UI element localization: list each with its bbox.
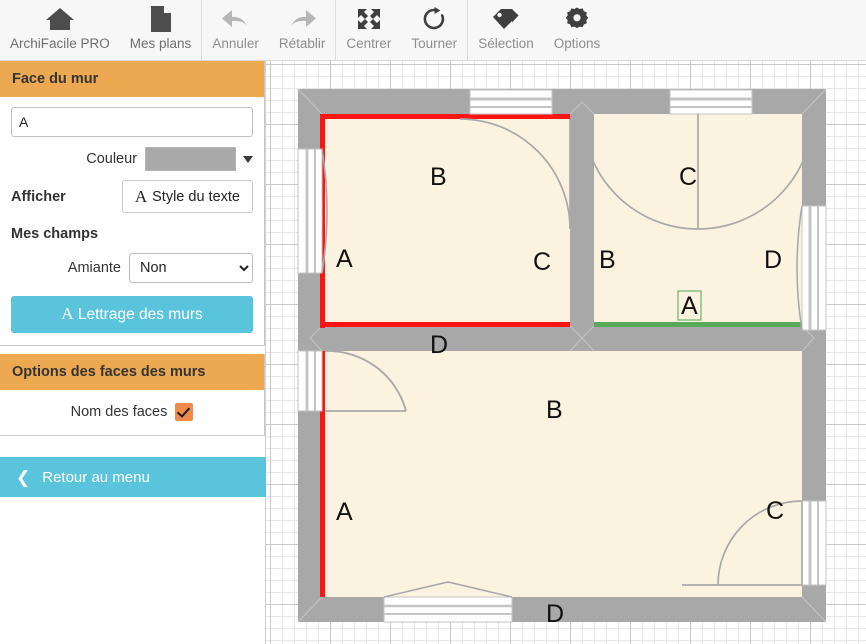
face-names-row: Nom des faces [0,390,264,435]
face-highlight-topleft-B[interactable] [320,114,570,119]
wall-face-panel: Face du mur Couleur Afficher A Style du … [0,61,265,346]
label-room-topright-B: B [599,246,616,274]
archifacile-pro-button[interactable]: ArchiFacile PRO [0,0,120,56]
mes-plans-label: Mes plans [129,36,192,51]
label-room-bottom-C: C [766,497,784,525]
label-room-topright-C: C [679,163,697,191]
archifacile-pro-label: ArchiFacile PRO [10,36,110,51]
expand-arrows-icon [355,4,383,34]
mes-plans-button[interactable]: Mes plans [120,0,202,56]
label-room-bottom-D: D [546,600,564,628]
center-label: Centrer [346,36,392,51]
tag-icon [490,4,522,34]
window-top-right[interactable] [669,89,753,115]
redo-button[interactable]: Rétablir [269,0,336,56]
face-names-label: Nom des faces [70,404,168,420]
wall-faces-options-panel: Options des faces des murs Nom des faces [0,354,265,436]
display-row: Afficher A Style du texte [11,180,253,213]
color-label: Couleur [86,151,137,167]
label-room-topright-A: A [681,292,698,320]
rotate-button[interactable]: Tourner [401,0,467,56]
face-highlight-topleft-D[interactable] [320,322,570,327]
label-room-topleft-A: A [336,245,353,273]
wall-lettering-label: Lettrage des murs [77,306,203,323]
label-room-topright-D: D [764,246,782,274]
my-fields-label: Mes champs [11,226,99,242]
undo-arrow-icon [220,4,252,34]
asbestos-select[interactable]: Non [129,253,253,283]
toolbar-group-view: Centrer Tourner [336,0,467,60]
rotate-icon [421,4,447,34]
room-bottom-fill [322,351,802,597]
chevron-left-icon: ❮ [16,467,31,487]
options-button[interactable]: Options [544,0,611,56]
floor-plan-svg[interactable]: A B C D B C D A A B C D [266,61,866,644]
label-room-bottom-B: B [546,396,563,424]
selection-button[interactable]: Sélection [468,0,544,56]
toolbar-group-file: ArchiFacile PRO Mes plans [0,0,201,60]
toolbar-group-history: Annuler Rétablir [202,0,335,60]
undo-button[interactable]: Annuler [202,0,269,56]
main-toolbar: ArchiFacile PRO Mes plans Annuler Rétabl… [0,0,866,61]
center-button[interactable]: Centrer [336,0,401,56]
wall-lettering-button[interactable]: A Lettrage des murs [11,296,253,333]
wall-lettering-icon: A [61,304,74,323]
wall-faces-options-title: Options des faces des murs [0,354,264,390]
asbestos-label: Amiante [67,260,121,276]
text-style-label: Style du texte [152,188,240,205]
chevron-down-icon[interactable] [243,155,253,163]
window-left-lower[interactable] [297,350,323,412]
plan-canvas[interactable]: A B C D B C D A A B C D [266,61,866,644]
color-row: Couleur [11,147,253,171]
wall-face-panel-title: Face du mur [0,61,264,97]
selection-label: Sélection [478,36,534,51]
wall-face-panel-body: Couleur Afficher A Style du texte Mes ch… [0,97,264,345]
document-icon [149,4,173,34]
back-to-menu-button[interactable]: ❮ Retour au menu [0,457,266,497]
left-sidebar: Face du mur Couleur Afficher A Style du … [0,61,266,644]
redo-arrow-icon [286,4,318,34]
rotate-label: Tourner [411,36,458,51]
wall-face-name-input[interactable] [11,107,253,137]
text-style-icon: A [134,187,148,206]
label-room-topleft-B: B [430,163,447,191]
color-swatch[interactable] [145,147,236,171]
label-room-topleft-C: C [533,248,551,276]
face-names-checkbox[interactable] [175,403,194,421]
toolbar-group-tools: Sélection Options [468,0,610,60]
home-icon [45,4,75,34]
redo-label: Rétablir [278,36,326,51]
wall-structure [297,88,827,623]
options-label: Options [553,36,601,51]
gear-icon [564,4,590,34]
display-label: Afficher [11,188,66,205]
archifacile-app: ArchiFacile PRO Mes plans Annuler Rétabl… [0,0,866,644]
window-right-lower[interactable] [801,500,827,586]
text-style-button[interactable]: A Style du texte [121,180,253,213]
window-top-left[interactable] [469,89,553,115]
asbestos-row: Amiante Non [11,253,253,283]
label-room-bottom-A: A [336,498,353,526]
undo-label: Annuler [212,36,259,51]
face-highlight-topright-A[interactable] [594,322,802,327]
back-to-menu-label: Retour au menu [42,468,150,486]
label-room-topleft-D: D [430,331,448,359]
